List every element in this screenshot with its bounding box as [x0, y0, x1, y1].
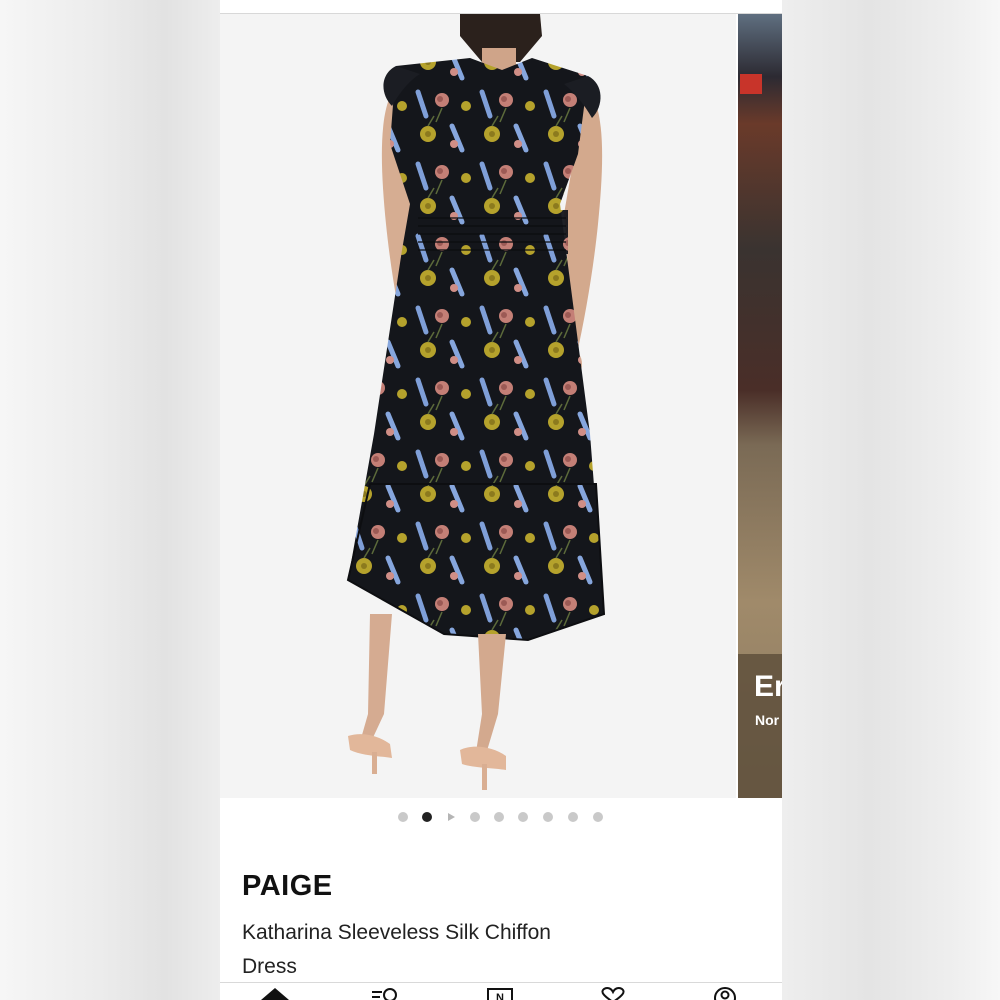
blurred-background-right — [782, 0, 1000, 1000]
product-brand[interactable]: PAIGE — [242, 870, 333, 903]
pagination-dot[interactable] — [398, 812, 408, 822]
product-image-gallery[interactable]: Er Nor — [220, 14, 782, 798]
product-image-main[interactable] — [220, 14, 736, 798]
bottom-navigation: N — [220, 982, 782, 1000]
blurred-background-left — [0, 0, 220, 1000]
product-image-next-peek[interactable]: Er Nor — [738, 14, 782, 798]
video-play-icon[interactable] — [448, 813, 455, 821]
pagination-dot[interactable] — [568, 812, 578, 822]
heart-icon[interactable] — [596, 986, 630, 1000]
next-card-title: Er — [754, 670, 782, 703]
product-title: Katharina Sleeveless Silk Chiffon Dress — [242, 921, 551, 978]
dress-back-view-image — [220, 14, 736, 798]
account-icon[interactable] — [708, 986, 742, 1000]
pagination-dot[interactable] — [543, 812, 553, 822]
home-icon[interactable] — [258, 986, 292, 1000]
gallery-pagination — [220, 810, 782, 824]
svg-text:N: N — [496, 992, 504, 1000]
pagination-dot[interactable] — [494, 812, 504, 822]
nordstrom-n-icon[interactable]: N — [484, 986, 518, 1000]
pagination-dot-active[interactable] — [422, 812, 432, 822]
product-screen: Er Nor PAIGE Katharina Sleeveless Silk C… — [220, 0, 782, 1000]
pagination-dot[interactable] — [470, 812, 480, 822]
store-sign — [740, 74, 762, 94]
pagination-dot[interactable] — [518, 812, 528, 822]
next-card-subtitle: Nor — [755, 712, 780, 728]
browse-icon[interactable] — [368, 986, 402, 1000]
pagination-dot[interactable] — [593, 812, 603, 822]
